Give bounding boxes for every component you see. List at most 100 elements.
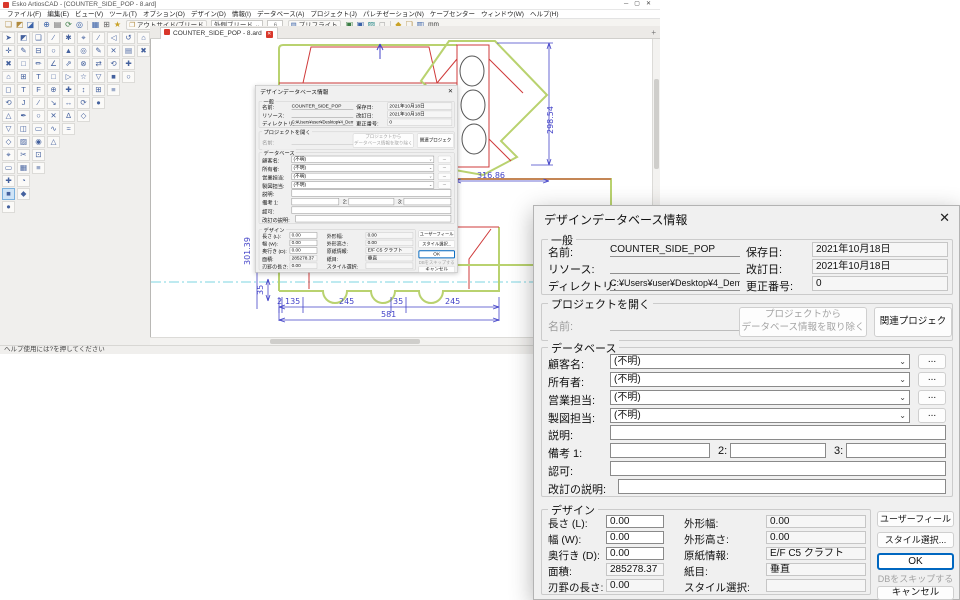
palette-tool-icon[interactable]: ➤ (2, 32, 15, 44)
palette-tool-icon[interactable]: ◩ (17, 32, 30, 44)
menu-item-6[interactable]: 情報(I) (229, 10, 254, 19)
menu-item-1[interactable]: 編集(E) (44, 10, 72, 19)
table-icon[interactable]: ⊞ (101, 19, 112, 31)
palette-tool-icon[interactable]: ✎ (17, 45, 30, 57)
palette-tool-icon[interactable]: ⟲ (107, 58, 120, 70)
description-field[interactable] (292, 190, 452, 197)
minimize-button[interactable]: ─ (624, 1, 634, 7)
palette-tool-icon[interactable]: ✖ (2, 58, 15, 70)
palette-tool-icon[interactable]: ■ (107, 71, 120, 83)
db-combo-2[interactable]: (不明)⌄ (292, 173, 435, 180)
cancel-button[interactable]: キャンセル (418, 266, 455, 273)
note1-field[interactable] (292, 198, 340, 205)
palette-tool-icon[interactable]: ⌂ (2, 71, 15, 83)
palette-tool-icon[interactable]: ◇ (77, 110, 90, 122)
palette-tool-icon[interactable]: ▽ (92, 71, 105, 83)
palette-tool-icon[interactable]: ⊟ (32, 45, 45, 57)
db-combo-0[interactable]: (不明)⌄ (292, 156, 435, 163)
menu-item-3[interactable]: ツール(T) (106, 10, 140, 19)
menu-item-10[interactable]: ケープセンター (427, 10, 478, 19)
palette-tool-icon[interactable]: ✎ (92, 45, 105, 57)
cancel-button[interactable]: キャンセル (877, 586, 954, 600)
directory-field[interactable]: C:¥Users¥user¥Desktop¥4_Demodata (610, 276, 740, 291)
tab-close-icon[interactable]: ✕ (266, 31, 273, 38)
palette-tool-icon[interactable]: ◇ (2, 136, 15, 148)
style-select-button[interactable]: スタイル選択... (877, 532, 954, 548)
palette-tool-icon[interactable]: ● (2, 201, 15, 213)
revision-description-field[interactable] (295, 215, 451, 222)
palette-tool-icon[interactable]: ∿ (47, 123, 60, 135)
db-browse-button-2[interactable]: ... (438, 173, 451, 180)
palette-tool-icon[interactable]: ✕ (47, 110, 60, 122)
palette-tool-icon[interactable]: △ (47, 136, 60, 148)
new-tab-button[interactable]: + (651, 28, 656, 37)
approval-field[interactable] (610, 461, 946, 476)
print-icon[interactable]: ▤ (52, 19, 63, 31)
palette-tool-icon[interactable]: ◔ (17, 175, 30, 187)
db-browse-button-1[interactable]: ... (438, 164, 451, 171)
menu-item-9[interactable]: パレチゼーション(N) (360, 10, 427, 19)
palette-tool-icon[interactable]: ∆ (62, 110, 75, 122)
palette-tool-icon[interactable]: ≈ (62, 123, 75, 135)
refresh-icon[interactable]: ⟳ (63, 19, 74, 31)
palette-tool-icon[interactable]: ✱ (62, 32, 75, 44)
palette-tool-icon[interactable]: ▽ (2, 123, 15, 135)
db-combo-2[interactable]: (不明)⌄ (610, 390, 910, 405)
palette-tool-icon[interactable]: ⊞ (17, 71, 30, 83)
note3-field[interactable] (846, 443, 946, 458)
document-tab[interactable]: COUNTER_SIDE_POP - 8.ard✕ (160, 27, 278, 39)
db-browse-button-0[interactable]: ... (918, 354, 946, 369)
revision-description-field[interactable] (618, 479, 946, 494)
palette-tool-icon[interactable]: ↕ (77, 84, 90, 96)
palette-tool-icon[interactable]: ⇗ (62, 58, 75, 70)
palette-tool-icon[interactable]: ∠ (47, 58, 60, 70)
maximize-button[interactable]: ▢ (634, 1, 646, 7)
name-field[interactable]: COUNTER_SIDE_POP (292, 103, 354, 110)
palette-tool-icon[interactable]: ■ (2, 188, 15, 200)
note2-field[interactable] (730, 443, 826, 458)
palette-tool-icon[interactable]: ✚ (62, 84, 75, 96)
palette-tool-icon[interactable]: ∕ (32, 97, 45, 109)
ok-button[interactable]: OK (877, 553, 954, 570)
palette-tool-icon[interactable]: T (17, 84, 30, 96)
db-browse-button-0[interactable]: ... (438, 156, 451, 163)
db-browse-button-2[interactable]: ... (918, 390, 946, 405)
palette-tool-icon[interactable]: ✒ (17, 110, 30, 122)
approval-field[interactable] (292, 207, 452, 214)
ok-button[interactable]: OK (418, 250, 455, 258)
save-icon[interactable]: ◪ (25, 19, 36, 31)
db-combo-3[interactable]: (不明)⌄ (292, 181, 435, 188)
design-left-field-2[interactable]: 0.00 (606, 547, 664, 560)
palette-tool-icon[interactable]: ⟳ (77, 97, 90, 109)
palette-tool-icon[interactable]: ○ (47, 45, 60, 57)
palette-tool-icon[interactable]: ❑ (32, 32, 45, 44)
palette-tool-icon[interactable]: ≡ (107, 84, 120, 96)
palette-tool-icon[interactable]: F (32, 84, 45, 96)
palette-tool-icon[interactable]: ◁ (107, 32, 120, 44)
resource-field[interactable] (610, 259, 740, 274)
directory-field[interactable]: C:¥Users¥user¥Desktop¥4_Demodata (292, 119, 354, 126)
palette-tool-icon[interactable]: ▷ (62, 71, 75, 83)
db-browse-button-3[interactable]: ... (438, 181, 451, 188)
palette-tool-icon[interactable]: ◫ (17, 123, 30, 135)
menu-item-4[interactable]: オプション(O) (140, 10, 188, 19)
palette-tool-icon[interactable]: ⌖ (77, 32, 90, 44)
palette-tool-icon[interactable]: ⊕ (47, 84, 60, 96)
db-combo-1[interactable]: (不明)⌄ (610, 372, 910, 387)
palette-tool-icon[interactable]: ∕ (47, 32, 60, 44)
palette-tool-icon[interactable]: ⌂ (137, 32, 150, 44)
palette-tool-icon[interactable]: △ (2, 110, 15, 122)
menu-item-7[interactable]: データベース(A) (254, 10, 307, 19)
palette-tool-icon[interactable]: J (17, 97, 30, 109)
palette-tool-icon[interactable]: ▨ (17, 136, 30, 148)
palette-tool-icon[interactable]: ↺ (122, 32, 135, 44)
palette-tool-icon[interactable]: ✕ (107, 45, 120, 57)
palette-tool-icon[interactable]: ✏ (32, 58, 45, 70)
db-combo-0[interactable]: (不明)⌄ (610, 354, 910, 369)
palette-tool-icon[interactable]: ↘ (47, 97, 60, 109)
menu-item-12[interactable]: ヘルプ(H) (527, 10, 562, 19)
palette-tool-icon[interactable]: ◻ (2, 84, 15, 96)
palette-tool-icon[interactable]: ▭ (2, 162, 15, 174)
palette-tool-icon[interactable]: ✚ (122, 58, 135, 70)
palette-tool-icon[interactable]: ▤ (122, 45, 135, 57)
